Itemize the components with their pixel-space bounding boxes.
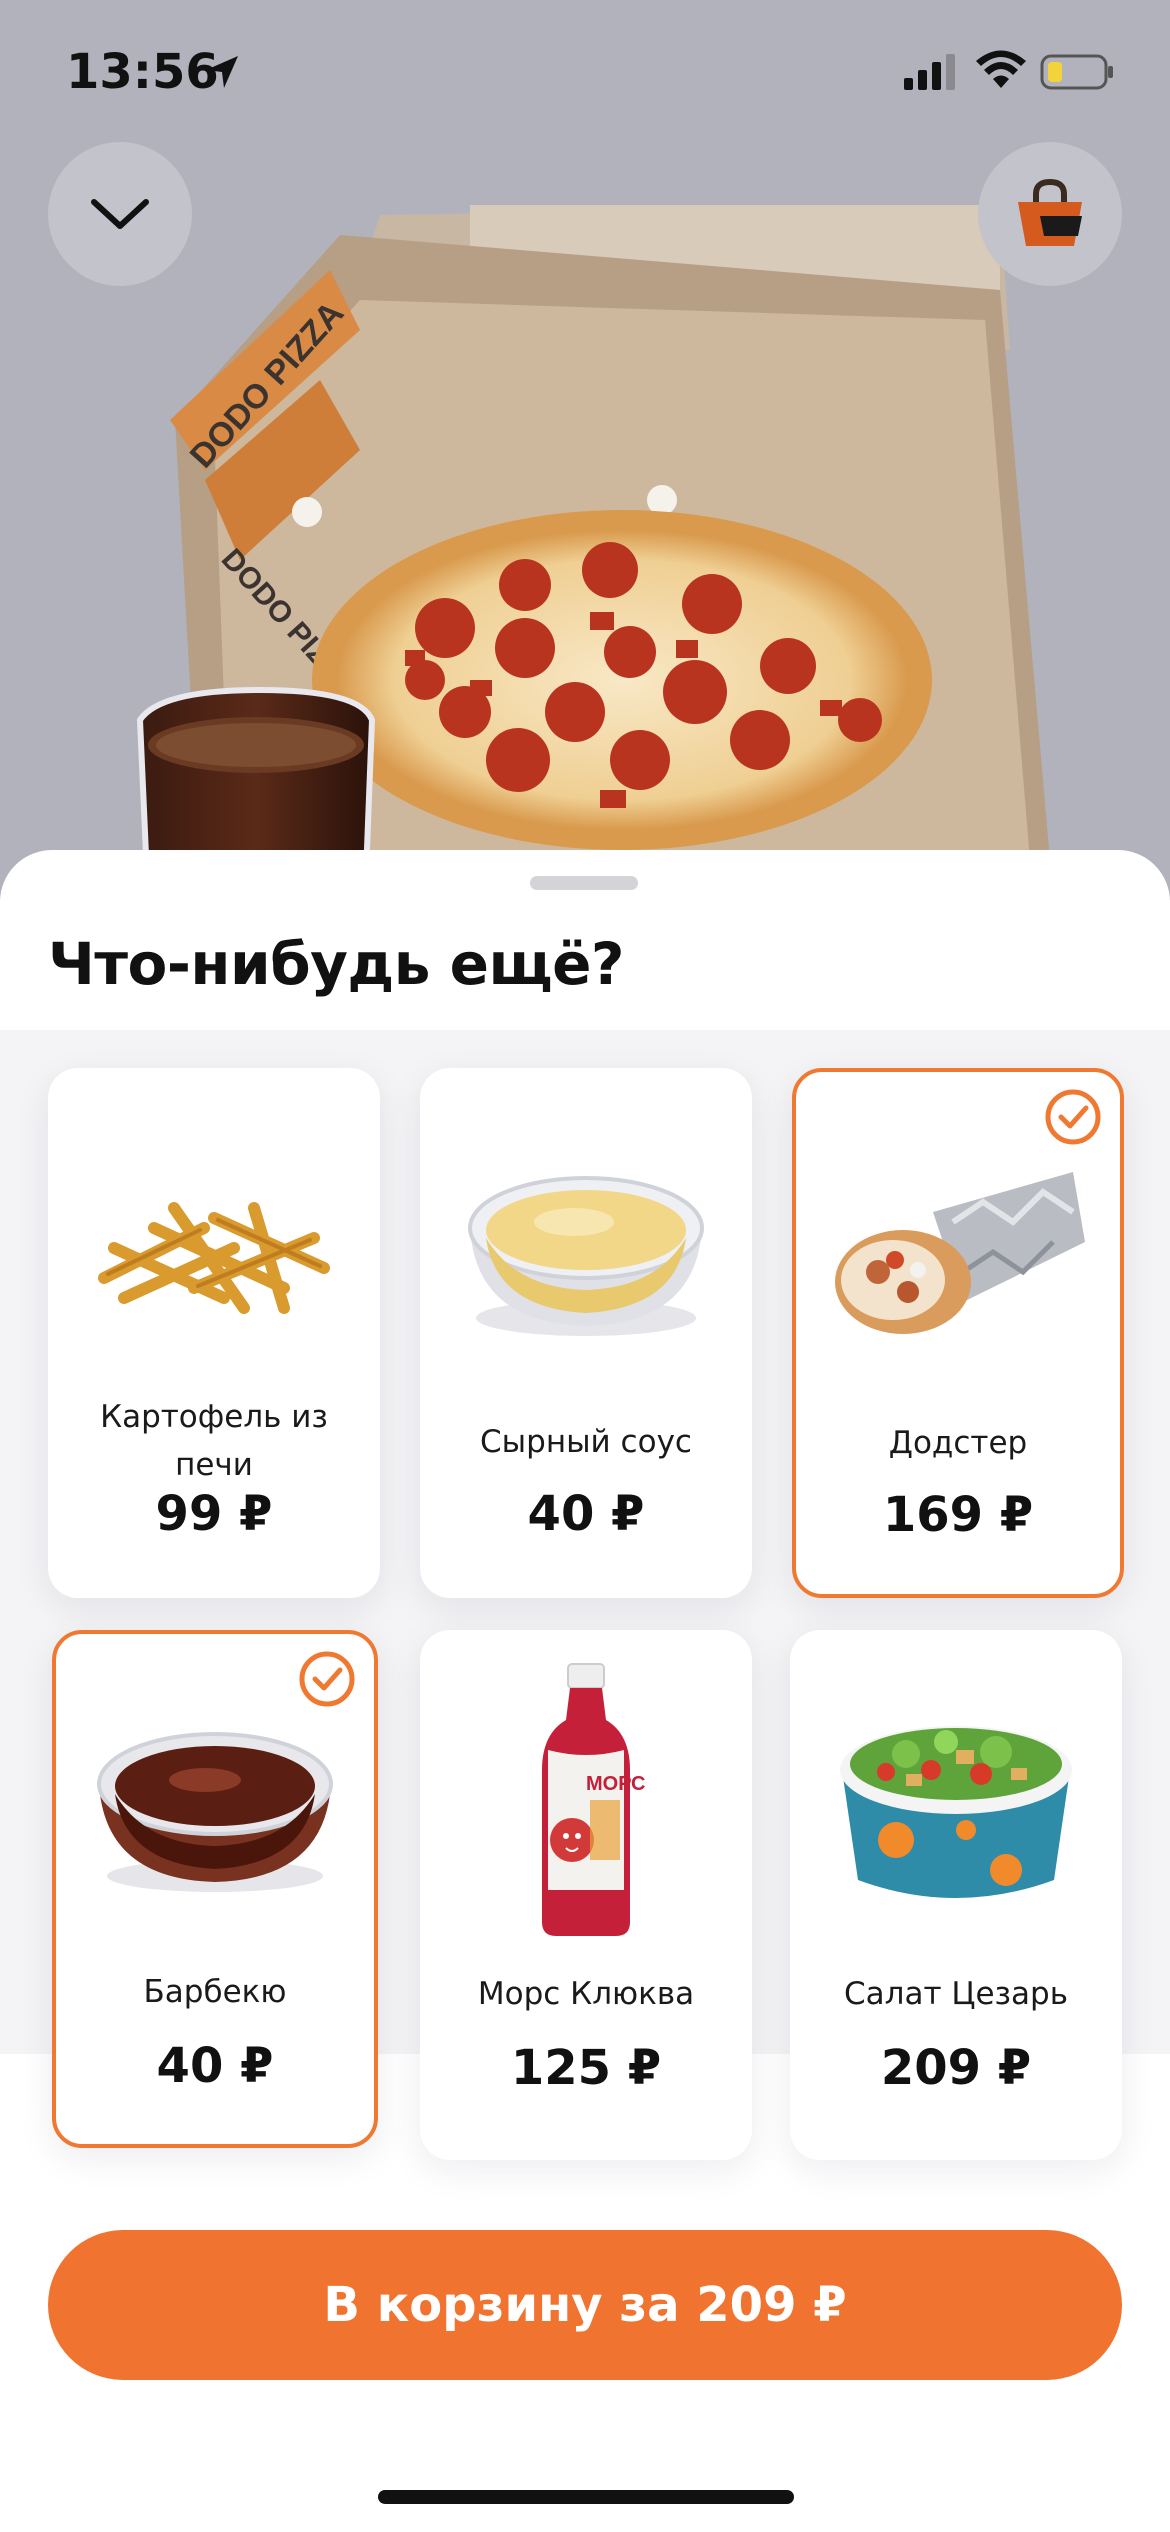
wifi-icon (976, 50, 1026, 88)
status-time: 13:56 (66, 44, 219, 100)
location-arrow-icon (206, 56, 238, 88)
product-card-cheese-sauce[interactable]: Сырный соус 40 ₽ (420, 1068, 752, 1598)
product-name: Додстер (888, 1425, 1028, 1461)
product-name: Барбекю (143, 1974, 287, 2010)
product-grid: Картофель изпечи 99 ₽ Сырный соус 40 ₽ (0, 1030, 1170, 2160)
caesar-salad-bowl-image (790, 1660, 1122, 1940)
product-name: Морс Клюква (477, 1976, 695, 2012)
product-name: Картофель из печи (100, 1399, 328, 1483)
product-card-cranberry-mors[interactable]: МОРС Морс Клюква 125 ₽ (420, 1630, 752, 2160)
product-price: 40 ₽ (527, 1486, 645, 1542)
product-price: 169 ₽ (882, 1487, 1034, 1543)
product-name: Сырный соус (480, 1424, 692, 1460)
product-price: 125 ₽ (510, 2040, 662, 2096)
product-name: Салат Цезарь (844, 1976, 1068, 2012)
cranberry-mors-bottle-image: МОРС (420, 1660, 752, 1940)
cellular-signal-icon (904, 54, 955, 90)
bottle-label: МОРС (586, 1773, 646, 1795)
sheet-title: Что-нибудь ещё? (48, 930, 625, 998)
home-indicator[interactable] (378, 2490, 794, 2504)
add-to-cart-button[interactable]: В корзину за 209 ₽ (48, 2230, 1122, 2380)
cart-button[interactable] (978, 142, 1122, 286)
cheese-sauce-image (420, 1108, 752, 1388)
product-card-fries[interactable]: Картофель из печи 99 ₽ (48, 1068, 380, 1598)
oven-fries-image (48, 1108, 380, 1388)
battery-low-icon (1040, 54, 1113, 90)
product-card-caesar-salad[interactable]: Салат Цезарь 209 ₽ (790, 1630, 1122, 2160)
sheet-grabber[interactable] (530, 876, 638, 890)
dodster-wrap-image (796, 1112, 1120, 1392)
product-card-dodster[interactable]: Додстер 169 ₽ (792, 1068, 1124, 1598)
product-price: 40 ₽ (156, 2038, 274, 2094)
product-card-bbq-sauce[interactable]: Барбекю 40 ₽ (52, 1630, 378, 2148)
shopping-bag-icon (1018, 178, 1082, 246)
product-price: 99 ₽ (155, 1486, 273, 1542)
hero-section: DODO PIZZA DODO PIZZA 13:56 (0, 0, 1170, 900)
status-bar: 13:56 (0, 0, 1170, 140)
product-price: 209 ₽ (880, 2040, 1032, 2096)
chevron-down-icon (91, 199, 149, 229)
bbq-sauce-image (56, 1664, 374, 1944)
collapse-button[interactable] (48, 142, 192, 286)
